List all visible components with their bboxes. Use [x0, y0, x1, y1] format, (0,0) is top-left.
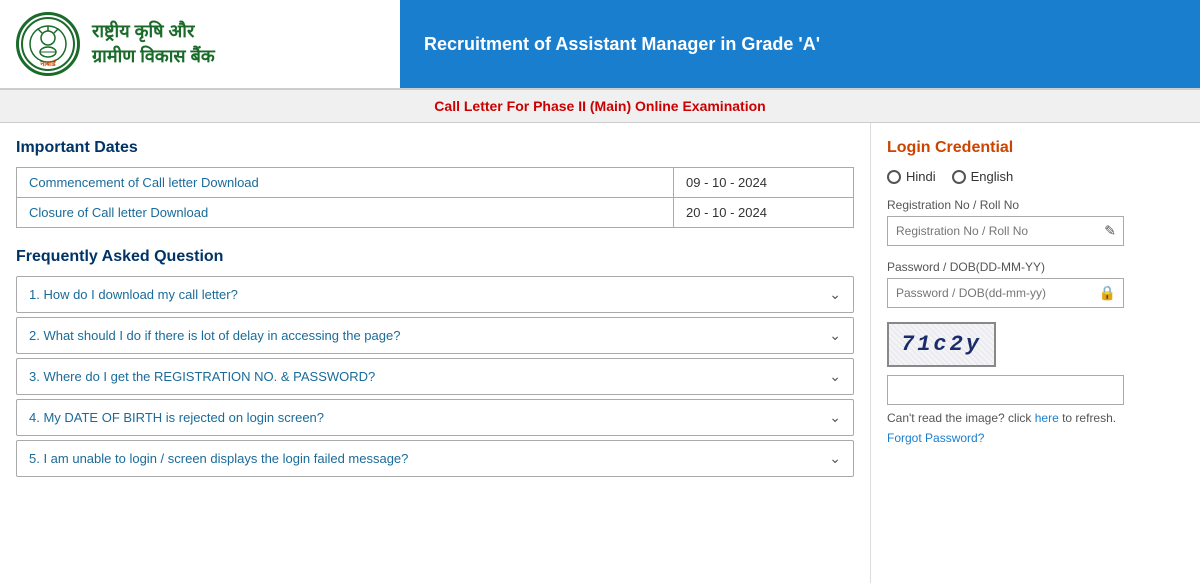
lang-hindi-option[interactable]: Hindi [887, 169, 936, 184]
forgot-password-link[interactable]: Forgot Password? [887, 431, 1124, 445]
faq-item-5[interactable]: 5. I am unable to login / screen display… [16, 440, 854, 477]
registration-label: Registration No / Roll No [887, 198, 1124, 212]
faq-question-1-text: 1. How do I download my call letter? [29, 287, 238, 302]
captcha-refresh-text: Can't read the image? click here to refr… [887, 411, 1124, 425]
logo-text: राष्ट्रीय कृषि और ग्रामीण विकास बैंक [92, 19, 215, 69]
chevron-down-icon: ⌄ [829, 327, 841, 344]
faq-item-3[interactable]: 3. Where do I get the REGISTRATION NO. &… [16, 358, 854, 395]
faq-item-1[interactable]: 1. How do I download my call letter? ⌄ [16, 276, 854, 313]
date-value-1: 09 - 10 - 2024 [674, 168, 854, 198]
faq-question-3[interactable]: 3. Where do I get the REGISTRATION NO. &… [17, 359, 853, 394]
faq-question-5[interactable]: 5. I am unable to login / screen display… [17, 441, 853, 476]
date-row-1: Commencement of Call letter Download 09 … [17, 168, 854, 198]
hindi-label: Hindi [906, 169, 936, 184]
hindi-radio[interactable] [887, 170, 901, 184]
important-dates-title: Important Dates [16, 139, 854, 157]
date-label-1: Commencement of Call letter Download [17, 168, 674, 198]
main-content: Important Dates Commencement of Call let… [0, 123, 1200, 583]
captcha-input[interactable] [887, 375, 1124, 405]
logo-line1: राष्ट्रीय कृषि और [92, 19, 215, 44]
right-panel: Login Credential Hindi English Registrat… [870, 123, 1140, 583]
faq-question-1[interactable]: 1. How do I download my call letter? ⌄ [17, 277, 853, 312]
lang-english-option[interactable]: English [952, 169, 1014, 184]
password-field-group: Password / DOB(DD-MM-YY) 🔒 [887, 260, 1124, 308]
left-panel: Important Dates Commencement of Call let… [0, 123, 870, 583]
faq-question-2-text: 2. What should I do if there is lot of d… [29, 328, 400, 343]
language-options: Hindi English [887, 169, 1124, 184]
chevron-down-icon: ⌄ [829, 368, 841, 385]
captcha-image: 71c2y [887, 322, 996, 367]
svg-text:नाबार्ड: नाबार्ड [39, 59, 56, 68]
faq-title: Frequently Asked Question [16, 248, 854, 266]
captcha-refresh-link[interactable]: here [1035, 411, 1059, 425]
faq-question-4-text: 4. My DATE OF BIRTH is rejected on login… [29, 410, 324, 425]
edit-icon: ✎ [1104, 223, 1116, 240]
registration-input[interactable] [887, 216, 1124, 246]
chevron-down-icon: ⌄ [829, 450, 841, 467]
faq-item-2[interactable]: 2. What should I do if there is lot of d… [16, 317, 854, 354]
chevron-down-icon: ⌄ [829, 409, 841, 426]
registration-input-wrapper: ✎ [887, 216, 1124, 246]
header-logo: नाबार्ड राष्ट्रीय कृषि और ग्रामीण विकास … [0, 4, 400, 84]
date-row-2: Closure of Call letter Download 20 - 10 … [17, 198, 854, 228]
password-input[interactable] [887, 278, 1124, 308]
password-input-wrapper: 🔒 [887, 278, 1124, 308]
lock-icon: 🔒 [1099, 285, 1116, 302]
login-credential-title: Login Credential [887, 139, 1124, 157]
header: नाबार्ड राष्ट्रीय कृषि और ग्रामीण विकास … [0, 0, 1200, 90]
faq-question-4[interactable]: 4. My DATE OF BIRTH is rejected on login… [17, 400, 853, 435]
header-title: Recruitment of Assistant Manager in Grad… [400, 0, 1200, 88]
english-label: English [971, 169, 1014, 184]
english-radio[interactable] [952, 170, 966, 184]
date-value-2: 20 - 10 - 2024 [674, 198, 854, 228]
faq-question-2[interactable]: 2. What should I do if there is lot of d… [17, 318, 853, 353]
faq-question-3-text: 3. Where do I get the REGISTRATION NO. &… [29, 369, 375, 384]
registration-field-group: Registration No / Roll No ✎ [887, 198, 1124, 246]
subheader-banner: Call Letter For Phase II (Main) Online E… [0, 90, 1200, 123]
faq-question-5-text: 5. I am unable to login / screen display… [29, 451, 408, 466]
date-label-2: Closure of Call letter Download [17, 198, 674, 228]
faq-item-4[interactable]: 4. My DATE OF BIRTH is rejected on login… [16, 399, 854, 436]
logo-line2: ग्रामीण विकास बैंक [92, 44, 215, 69]
dates-table: Commencement of Call letter Download 09 … [16, 167, 854, 228]
chevron-down-icon: ⌄ [829, 286, 841, 303]
logo-emblem: नाबार्ड [16, 12, 80, 76]
captcha-section: 71c2y Can't read the image? click here t… [887, 322, 1124, 445]
password-label: Password / DOB(DD-MM-YY) [887, 260, 1124, 274]
